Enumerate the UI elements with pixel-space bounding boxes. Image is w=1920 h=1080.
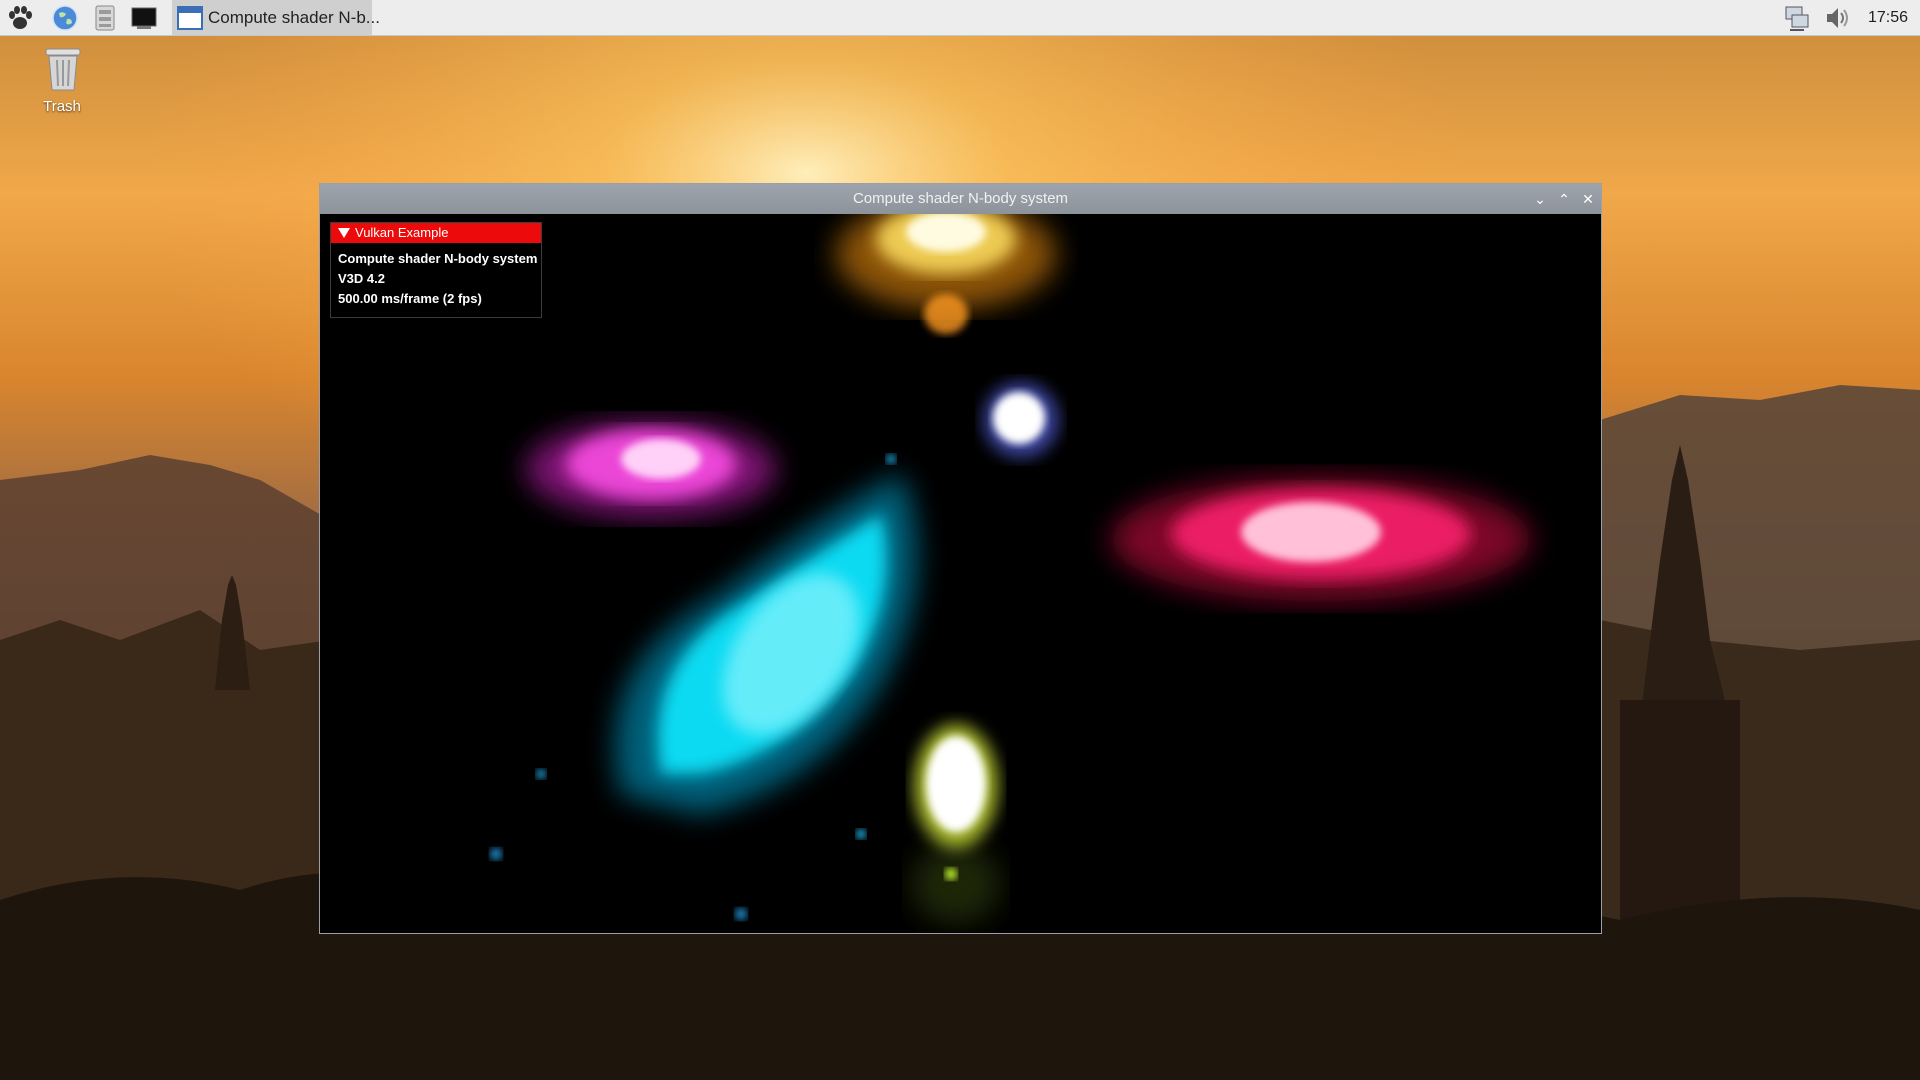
trash-icon — [45, 48, 81, 91]
particle-cluster-pink — [1111, 477, 1531, 601]
taskbar: Compute shader N-b... 17:56 — [0, 0, 1920, 36]
overlay-frame-time: 500.00 ms/frame (2 fps) — [338, 291, 482, 306]
volume-icon[interactable] — [1822, 3, 1852, 33]
close-button[interactable]: ✕ — [1579, 190, 1597, 208]
desktop-trash[interactable]: Trash — [30, 44, 94, 120]
window-app-icon — [177, 6, 203, 30]
network-icon[interactable] — [1782, 3, 1812, 33]
taskbar-window-label: Compute shader N-b... — [208, 8, 380, 27]
particle-cluster-magenta — [526, 421, 776, 517]
maximize-button[interactable]: ⌃ — [1555, 190, 1573, 208]
file-manager-icon[interactable] — [90, 3, 120, 33]
imgui-overlay: Vulkan Example Compute shader N-body sys… — [330, 222, 542, 318]
terminal-icon[interactable] — [129, 3, 159, 33]
overlay-device-name: V3D 4.2 — [338, 271, 385, 286]
window-title: Compute shader N-body system — [852, 190, 1069, 207]
collapse-triangle-icon[interactable] — [338, 228, 350, 238]
particle-cluster-yellow — [911, 724, 1001, 924]
particle-cluster-white — [983, 382, 1059, 458]
app-window: Compute shader N-body system ⌄ ⌃ ✕ Vulka… — [319, 183, 1602, 934]
overlay-app-name: Compute shader N-body system — [338, 251, 538, 266]
web-browser-icon[interactable] — [50, 3, 80, 33]
render-canvas[interactable] — [321, 214, 1600, 933]
overlay-header[interactable]: Vulkan Example — [331, 223, 541, 243]
menu-paw-icon[interactable] — [5, 3, 35, 33]
minimize-button[interactable]: ⌄ — [1531, 190, 1549, 208]
window-titlebar[interactable]: Compute shader N-body system ⌄ ⌃ ✕ — [320, 184, 1601, 214]
taskbar-window-button[interactable]: Compute shader N-b... — [172, 0, 380, 35]
overlay-title: Vulkan Example — [355, 225, 449, 240]
trash-label: Trash — [43, 98, 81, 115]
clock[interactable]: 17:56 — [1868, 0, 1908, 35]
